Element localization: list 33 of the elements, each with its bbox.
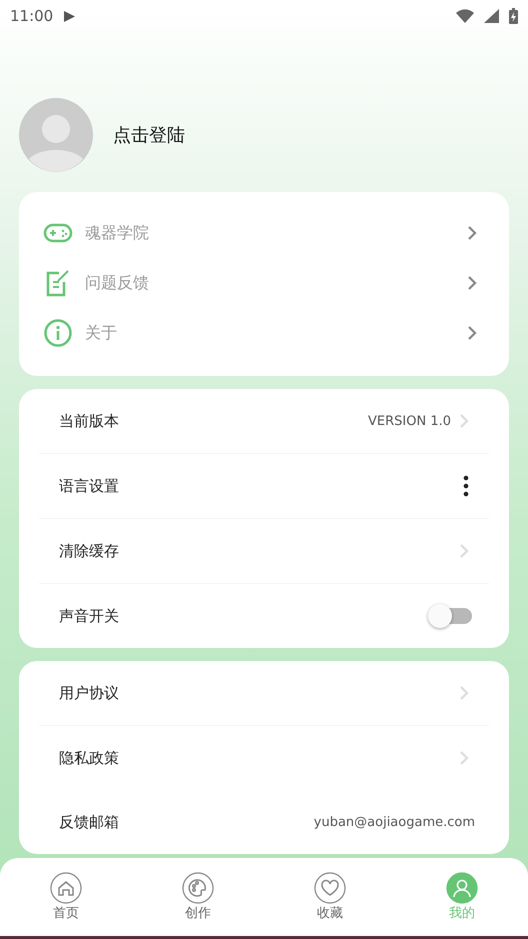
battery-icon: [509, 8, 518, 24]
status-time: 11:00: [10, 7, 54, 25]
nav-tab[interactable]: 收藏: [290, 872, 370, 922]
home-icon: [50, 872, 82, 904]
setting-label[interactable]: 用户协议: [59, 684, 451, 702]
chevron-icon: [459, 750, 469, 766]
login-label[interactable]: 点击登陆: [113, 123, 185, 147]
sound-switch[interactable]: [427, 603, 473, 629]
chevron-icon: [459, 685, 469, 701]
play-icon: [63, 10, 76, 22]
avatar-icon[interactable]: [19, 98, 93, 172]
info-icon: [43, 318, 73, 348]
setting-label[interactable]: 反馈邮箱: [59, 812, 306, 832]
setting-label[interactable]: 语言设置: [59, 476, 455, 496]
more-icon[interactable]: [463, 475, 469, 497]
gamepad-icon: [43, 222, 73, 244]
palette-icon: [182, 872, 214, 904]
chevron-icon: [467, 325, 477, 341]
nav-tab[interactable]: 首页: [26, 872, 106, 922]
chevron-icon: [459, 543, 469, 559]
nav-tab[interactable]: 创作: [158, 872, 238, 922]
setting-label[interactable]: 清除缓存: [59, 542, 451, 560]
user-icon: [446, 872, 478, 904]
email-value: yuban@aojiaogame.com: [314, 814, 475, 830]
chevron-icon: [467, 225, 477, 241]
setting-label[interactable]: 隐私政策: [59, 748, 451, 768]
setting-label[interactable]: 当前版本: [59, 412, 360, 430]
version-value: VERSION 1.0: [368, 414, 451, 428]
signal-icon: [484, 9, 499, 23]
wifi-icon: [456, 9, 474, 23]
chevron-icon: [459, 413, 469, 429]
setting-label[interactable]: 声音开关: [59, 606, 419, 626]
chevron-icon: [467, 275, 477, 291]
